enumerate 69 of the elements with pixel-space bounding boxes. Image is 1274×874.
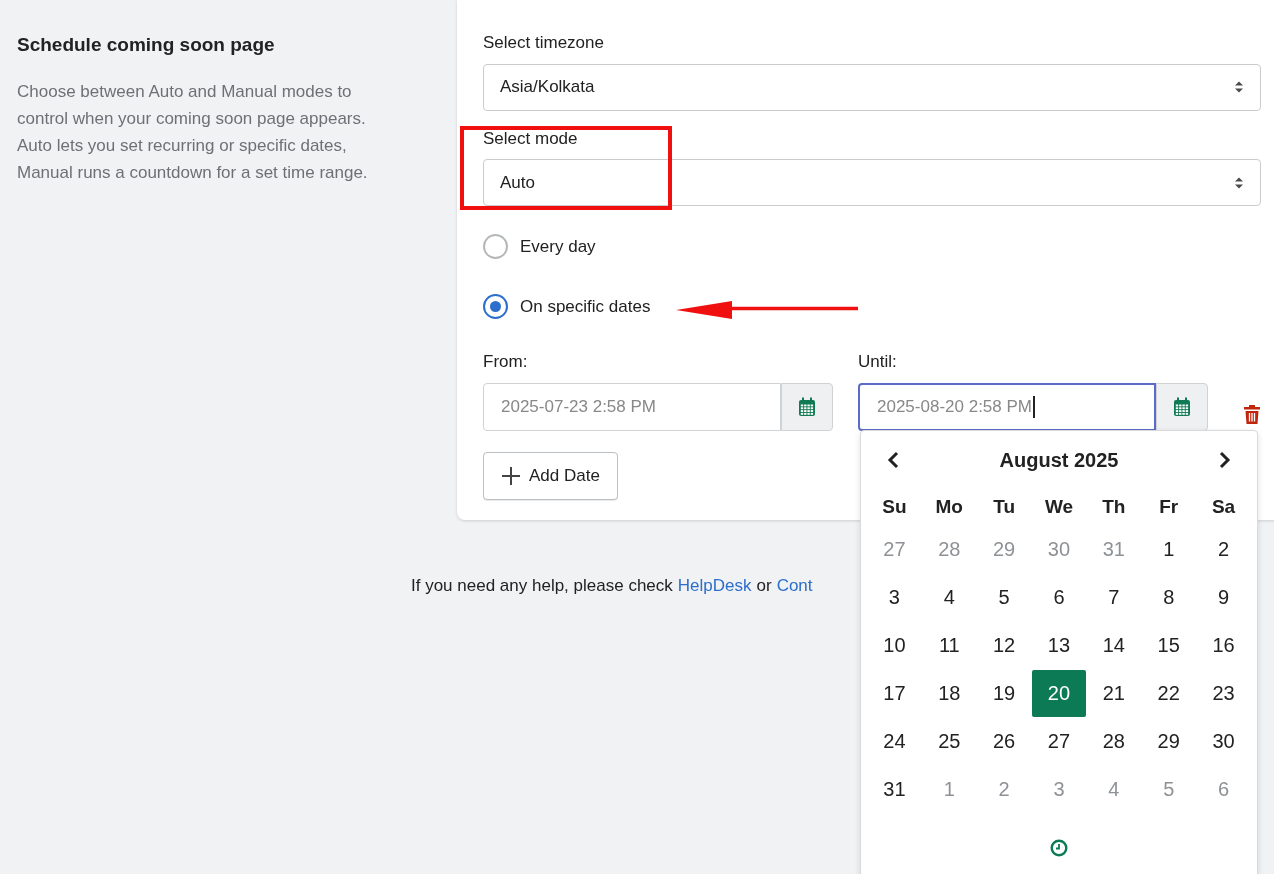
calendar-day[interactable]: 5: [976, 573, 1032, 621]
date-input-field[interactable]: 2025-08-20 2:58 PM: [858, 382, 1156, 431]
select-arrows-icon: [1234, 175, 1244, 190]
weekday-label: Tu: [992, 494, 1017, 519]
date-input-field[interactable]: 2025-07-23 2:58 PM: [483, 382, 781, 431]
field-label: Until:: [858, 351, 898, 373]
select-field[interactable]: Auto: [483, 159, 1261, 206]
calendar-day[interactable]: 29: [1141, 717, 1197, 765]
weekday-label: Su: [881, 494, 908, 519]
weekday-label: Sa: [1210, 494, 1237, 519]
calendar-day[interactable]: 17: [867, 669, 922, 717]
select-field[interactable]: Asia/Kolkata: [483, 63, 1261, 111]
calendar-day[interactable]: 9: [1196, 573, 1251, 621]
clock-icon[interactable]: [1050, 839, 1068, 857]
calendar-day[interactable]: 14: [1086, 621, 1142, 669]
calendar-day[interactable]: 13: [1031, 621, 1087, 669]
field-label: Select timezone: [483, 32, 605, 54]
calendar-day[interactable]: 28: [1086, 717, 1142, 765]
calendar-day[interactable]: 20: [1031, 669, 1087, 717]
weekday-label: Th: [1101, 494, 1127, 519]
radio-button[interactable]: [483, 293, 508, 319]
calendar-day[interactable]: 10: [867, 621, 922, 669]
calendar-day[interactable]: 19: [976, 669, 1032, 717]
calendar-day[interactable]: 12: [976, 621, 1032, 669]
help-text: If you need any help, please check: [411, 575, 673, 597]
calendar-day[interactable]: 23: [1196, 669, 1251, 717]
add-date-button[interactable]: Add Date: [483, 451, 618, 500]
calendar-icon: [798, 396, 816, 417]
calendar-button[interactable]: [1156, 382, 1208, 431]
calendar-month-title: August 2025: [999, 448, 1119, 473]
weekday-label: Fr: [1158, 494, 1180, 519]
trash-icon[interactable]: [1243, 403, 1261, 425]
calendar-day[interactable]: 25: [921, 717, 977, 765]
section-description: Choose between Auto and Manual modes to control when your coming soon page appears. Auto lets you set recurring or specific dates, Manual runs a countdown for a set time range.: [17, 80, 369, 184]
contact-link[interactable]: Cont: [776, 573, 813, 599]
calendar-day[interactable]: 15: [1141, 621, 1197, 669]
field-label: From:: [483, 351, 529, 373]
calendar-day[interactable]: 2: [1196, 525, 1251, 573]
calendar-day[interactable]: 6: [1031, 573, 1087, 621]
calendar-day[interactable]: 1: [1141, 525, 1197, 573]
help-text: or: [756, 575, 772, 597]
calendar-day[interactable]: 11: [921, 621, 977, 669]
calendar-day[interactable]: 16: [1196, 621, 1251, 669]
calendar-day[interactable]: 22: [1141, 669, 1197, 717]
weekday-label: Mo: [934, 494, 964, 519]
calendar-day[interactable]: 3: [867, 573, 922, 621]
chevron-right-icon[interactable]: [1219, 451, 1231, 469]
chevron-left-icon[interactable]: [887, 451, 899, 469]
section-title: Schedule coming soon page: [17, 33, 276, 57]
calendar-day[interactable]: 26: [976, 717, 1032, 765]
calendar-day[interactable]: 18: [921, 669, 977, 717]
calendar-day[interactable]: 7: [1086, 573, 1142, 621]
calendar-day[interactable]: 31: [867, 765, 922, 813]
field-label: Select mode: [483, 127, 579, 150]
calendar-button[interactable]: [781, 382, 833, 431]
radio-button[interactable]: [483, 234, 508, 260]
calendar-icon: [1173, 396, 1191, 417]
calendar-day[interactable]: 27: [1031, 717, 1087, 765]
calendar-day[interactable]: 24: [867, 717, 922, 765]
calendar-day[interactable]: 8: [1141, 573, 1197, 621]
radio-label: Every day: [520, 236, 596, 258]
select-arrows-icon: [1234, 80, 1244, 94]
calendar-day[interactable]: 4: [921, 573, 977, 621]
calendar-day[interactable]: 21: [1086, 669, 1142, 717]
radio-label: On specific dates: [520, 295, 651, 318]
weekday-label: We: [1043, 494, 1075, 519]
helpdesk-link[interactable]: HelpDesk: [677, 573, 752, 599]
calendar-day[interactable]: 30: [1196, 717, 1251, 765]
plus-icon: [501, 465, 521, 486]
